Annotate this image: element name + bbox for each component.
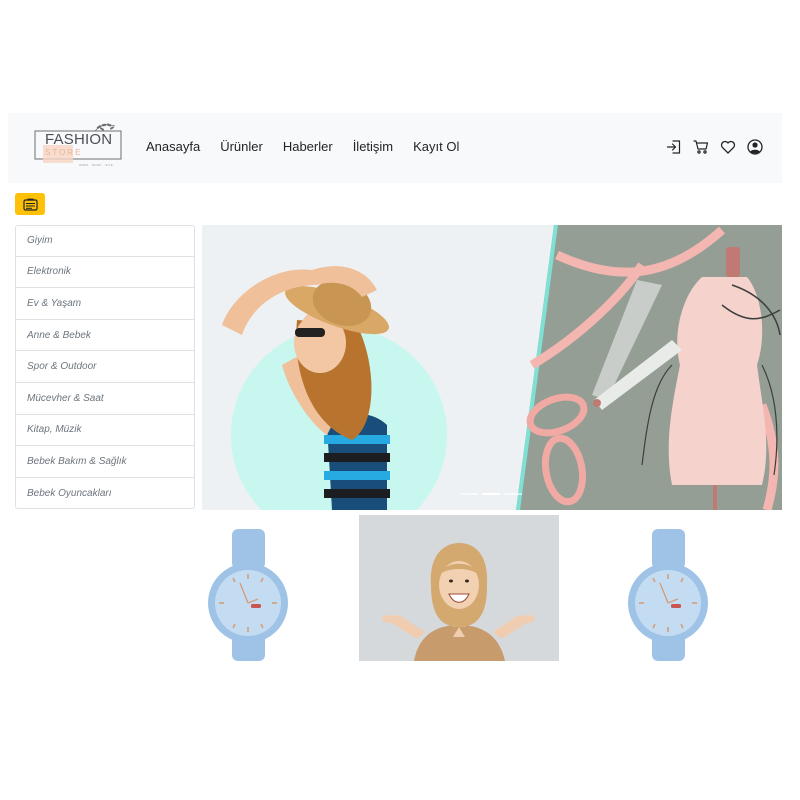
cart-icon[interactable] [692,137,709,157]
hero-banner-image [202,225,782,510]
hero-slider[interactable] [202,225,782,510]
category-item-spor-outdoor[interactable]: Spor & Outdoor [15,351,195,383]
category-sidebar: Giyim Elektronik Ev & Yaşam Anne & Bebek… [15,225,195,510]
nav-link-urunler[interactable]: Ürünler [210,137,273,157]
product-card-watch-1[interactable] [190,515,305,661]
slide-indicator-1[interactable] [460,493,478,495]
brand-tagline: WWW · SHOP · SITE [79,163,114,167]
category-item-anne-bebek[interactable]: Anne & Bebek [15,319,195,352]
nav-link-haberler[interactable]: Haberler [273,137,343,157]
category-item-bebek-bakim[interactable]: Bebek Bakım & Sağlık [15,446,195,478]
category-item-elektronik[interactable]: Elektronik [15,256,195,289]
brand-logo[interactable]: FASHION STORE WWW · SHOP · SITE [33,123,123,173]
nav-link-iletisim[interactable]: İletişim [343,137,403,157]
category-item-mucevher-saat[interactable]: Mücevher & Saat [15,382,195,415]
nav-link-kayit-ol[interactable]: Kayıt Ol [403,137,469,157]
category-item-kitap-muzik[interactable]: Kitap, Müzik [15,414,195,447]
nav-link-anasayfa[interactable]: Anasayfa [136,137,210,157]
brand-sub: STORE [45,148,83,157]
slide-indicators [460,493,522,495]
category-item-ev-yasam[interactable]: Ev & Yaşam [15,288,195,320]
user-circle-icon[interactable] [746,137,763,157]
top-navbar: FASHION STORE WWW · SHOP · SITE Anasayfa… [8,113,782,183]
product-card-watch-2[interactable] [620,515,735,661]
nav-icons [665,137,763,157]
blue-watch-image [620,515,735,661]
slide-indicator-2[interactable] [482,493,500,495]
product-card-woman[interactable] [359,515,559,661]
category-item-bebek-oyuncaklari[interactable]: Bebek Oyuncakları [15,477,195,510]
nav-links: Anasayfa Ürünler Haberler İletişim Kayıt… [136,137,469,157]
category-toggle-button[interactable] [15,193,45,215]
card-icon [22,198,38,211]
login-icon[interactable] [665,137,682,157]
blue-watch-image [190,515,305,661]
slide-indicator-3[interactable] [504,493,522,495]
category-item-giyim[interactable]: Giyim [15,225,195,257]
smiling-woman-image [359,515,559,661]
heart-icon[interactable] [719,137,736,157]
brand-name: FASHION [45,131,113,148]
